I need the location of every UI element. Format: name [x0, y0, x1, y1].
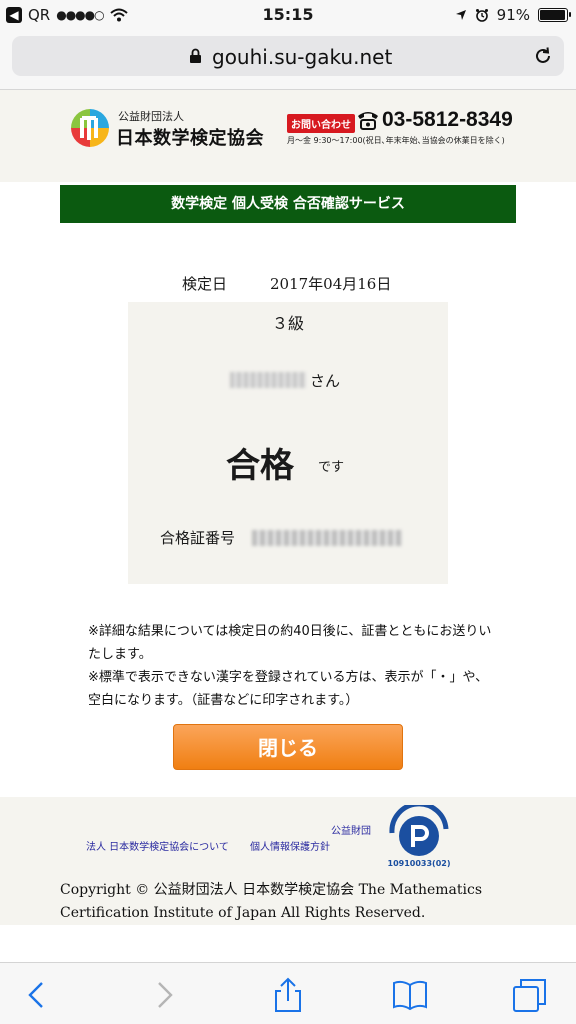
battery-icon — [538, 8, 571, 22]
back-chevron-icon[interactable] — [20, 977, 56, 1013]
exam-date-label: 検定日 — [182, 275, 228, 293]
redacted-name — [230, 372, 306, 388]
browser-toolbar — [0, 962, 576, 1024]
org-prefix: 公益財団法人 — [118, 110, 184, 123]
site-header: 公益財団法人 日本数学検定協会 お問い合わせ 03-5812-8349 月～金 … — [0, 90, 576, 182]
bookmarks-icon[interactable] — [392, 977, 428, 1013]
business-hours: 月～金 9:30～17:00(祝日､年末年始､当協会の休業日を除く) — [287, 136, 505, 145]
privacy-policy-link[interactable]: 個人情報保護方針 — [250, 838, 330, 853]
pass-status: 合格 — [226, 446, 294, 486]
pass-suffix: です — [318, 460, 345, 475]
privacy-mark-icon[interactable]: 10910033(02) — [386, 805, 452, 869]
share-icon[interactable] — [270, 977, 306, 1013]
alarm-icon — [475, 9, 488, 22]
contact-badge[interactable]: お問い合わせ — [287, 114, 355, 133]
phone-icon — [358, 112, 378, 130]
status-bar: ◀ QR ●●●●○ 15:15 91% — [0, 0, 576, 30]
note-item: ※詳細な結果については検定日の約40日後に、証書とともにお送りいたします。 — [88, 624, 492, 662]
phone-number[interactable]: 03-5812-8349 — [382, 108, 513, 132]
address-bar[interactable]: gouhi.su-gaku.net — [12, 36, 564, 76]
reload-icon[interactable] — [532, 45, 554, 67]
browser-address-area: gouhi.su-gaku.net — [0, 30, 576, 90]
certificate-number-label: 合格証番号 — [160, 529, 236, 547]
result-card: ３級 さん 合格 です 合格証番号 — [128, 302, 448, 584]
note-item: ※標準で表示できない漢字を登録されている方は、表示が「・」や、空白になります。（… — [88, 670, 489, 708]
tabs-icon[interactable] — [512, 977, 548, 1013]
grade-label: ３級 — [271, 314, 304, 333]
location-arrow-icon — [455, 10, 466, 20]
about-link[interactable]: 法人 日本数学検定協会について — [86, 838, 229, 853]
redacted-certificate-number — [252, 530, 402, 546]
privacy-mark-number: 10910033(02) — [388, 859, 451, 868]
site-footer: 公益財団 法人 日本数学検定協会について 個人情報保護方針 10910033(0… — [0, 797, 576, 925]
exam-date-value: 2017年04月16日 — [270, 275, 392, 293]
footer-org-label[interactable]: 公益財団 — [331, 822, 371, 837]
association-logo-icon[interactable] — [70, 108, 110, 148]
org-name: 日本数学検定協会 — [116, 128, 264, 149]
close-button[interactable]: 閉じる — [173, 724, 403, 770]
notes: ※詳細な結果については検定日の約40日後に、証書とともにお送りいたします。 ※標… — [88, 620, 498, 712]
lock-icon — [190, 48, 201, 63]
service-title-bar: 数学検定 個人受検 合否確認サービス — [60, 185, 516, 223]
url-text: gouhi.su-gaku.net — [212, 45, 393, 69]
copyright-text: Copyright © 公益財団法人 日本数学検定協会 The Mathemat… — [60, 882, 483, 921]
honorific: さん — [310, 372, 341, 390]
battery-percent: 91% — [496, 6, 530, 24]
forward-chevron-icon[interactable] — [145, 977, 181, 1013]
